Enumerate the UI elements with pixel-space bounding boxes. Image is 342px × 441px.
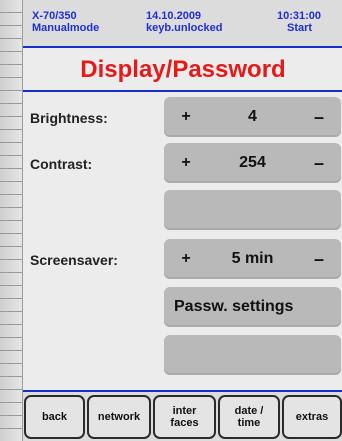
time-display: 10:31:00 [277, 10, 322, 22]
device-model: X-70/350 [32, 10, 77, 22]
keyboard-status: keyb.unlocked [146, 22, 223, 34]
back-label: back [41, 411, 68, 423]
interfaces-label-line2: faces [170, 417, 199, 429]
screensaver-label: Screensaver: [30, 252, 118, 268]
page-title: Display/Password [80, 56, 286, 83]
extras-label: extras [295, 411, 329, 423]
datetime-label-line2: time [237, 417, 261, 429]
interfaces-button[interactable]: inter faces [153, 395, 216, 439]
screensaver-control: + 5 min – [164, 239, 341, 279]
date-display: 14.10.2009 [146, 10, 202, 22]
contrast-value: 254 [239, 154, 266, 171]
screensaver-decrease-button[interactable]: – [297, 249, 341, 270]
device-screen: X-70/350 Manualmode 14.10.2009 keyb.unlo… [22, 0, 342, 441]
contrast-decrease-button[interactable]: – [297, 153, 341, 174]
network-label: network [97, 411, 141, 423]
brightness-label: Brightness: [30, 110, 108, 126]
brightness-value: 4 [248, 108, 257, 125]
empty-button-slot-2[interactable] [164, 335, 341, 375]
contrast-increase-button[interactable]: + [164, 154, 208, 172]
empty-button-slot-1[interactable] [164, 190, 341, 230]
contrast-label: Contrast: [30, 156, 93, 172]
screensaver-increase-button[interactable]: + [164, 250, 208, 268]
brightness-decrease-button[interactable]: – [297, 107, 341, 128]
status-bar: X-70/350 Manualmode 14.10.2009 keyb.unlo… [23, 0, 342, 48]
brightness-increase-button[interactable]: + [164, 108, 208, 126]
brightness-control: + 4 – [164, 97, 341, 137]
datetime-label-line1: date / [234, 405, 264, 417]
left-ruler [0, 0, 23, 441]
back-button[interactable]: back [24, 395, 85, 439]
contrast-control: + 254 – [164, 143, 341, 183]
screensaver-value: 5 min [231, 250, 274, 267]
bottom-navigation: back network inter faces date / time ext… [23, 390, 342, 441]
datetime-button[interactable]: date / time [218, 395, 280, 439]
page-title-bar: Display/Password [23, 50, 342, 92]
password-settings-button[interactable]: Passw. settings [164, 287, 341, 327]
mode-indicator: Manualmode [32, 22, 100, 34]
interfaces-label-line1: inter [172, 405, 197, 417]
extras-button[interactable]: extras [282, 395, 342, 439]
start-indicator: Start [287, 22, 313, 34]
network-button[interactable]: network [87, 395, 151, 439]
